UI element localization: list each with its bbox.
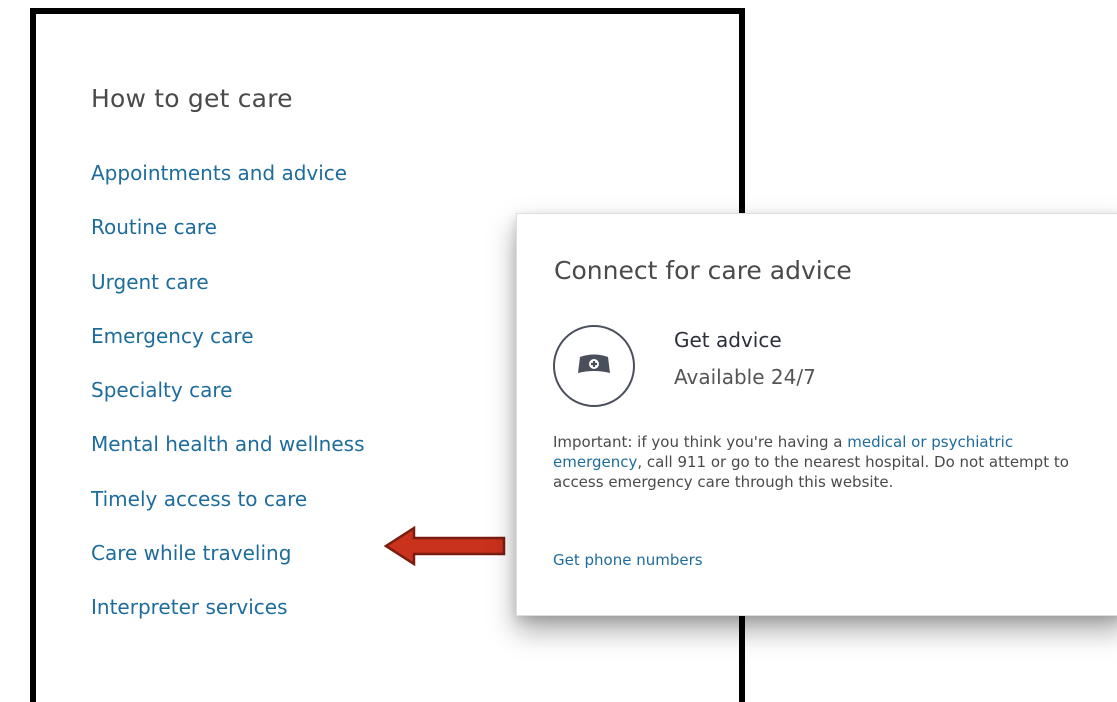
nav-item-care-while-traveling[interactable]: Care while traveling [91, 540, 365, 594]
emergency-notice: Important: if you think you're having a … [553, 432, 1073, 492]
screen: How to get care Appointments and advice … [0, 0, 1117, 702]
left-arrow-icon [384, 526, 506, 566]
nav-item-appointments-and-advice[interactable]: Appointments and advice [91, 160, 365, 214]
nav-item-timely-access-to-care[interactable]: Timely access to care [91, 486, 365, 540]
nav-item-mental-health-and-wellness[interactable]: Mental health and wellness [91, 431, 365, 485]
nav-item-emergency-care[interactable]: Emergency care [91, 323, 365, 377]
nav-item-specialty-care[interactable]: Specialty care [91, 377, 365, 431]
care-nav-list: Appointments and advice Routine care Urg… [91, 160, 365, 649]
get-advice-heading: Get advice [674, 328, 782, 352]
popup-title: Connect for care advice [554, 256, 852, 285]
section-title: How to get care [91, 84, 293, 113]
nav-item-interpreter-services[interactable]: Interpreter services [91, 594, 365, 648]
nurse-cap-icon [553, 325, 635, 407]
nav-item-urgent-care[interactable]: Urgent care [91, 269, 365, 323]
nav-item-routine-care[interactable]: Routine care [91, 214, 365, 268]
availability-text: Available 24/7 [674, 365, 816, 389]
care-advice-popup: Connect for care advice Get advice Avail… [516, 213, 1117, 616]
get-phone-numbers-link[interactable]: Get phone numbers [553, 551, 703, 569]
notice-text-before: Important: if you think you're having a [553, 433, 848, 451]
